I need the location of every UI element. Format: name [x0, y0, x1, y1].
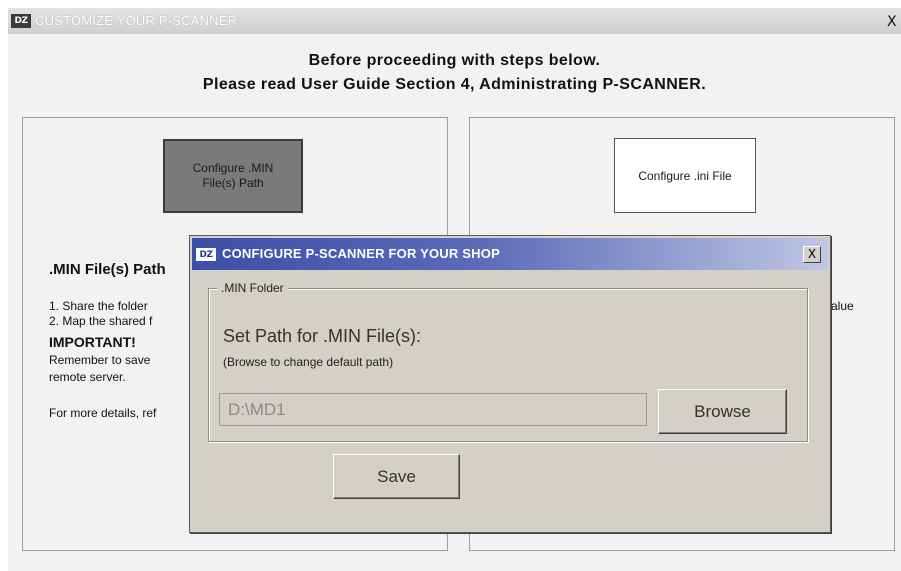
header-line-1: Before proceeding with steps below. — [308, 52, 601, 69]
dz-logo-icon: DZ — [196, 248, 216, 261]
header-line-2: Please read User Guide Section 4, Admini… — [202, 76, 707, 93]
remember-text-1: Remember to save — [49, 353, 151, 367]
configure-min-path-label-2: File(s) Path — [202, 176, 264, 190]
main-title-bar: DZ CUSTOMIZE YOUR P-SCANNER X — [8, 8, 901, 34]
configure-min-path-label-1: Configure .MIN — [192, 161, 274, 175]
min-folder-group: .MIN Folder Set Path for .MIN File(s): (… — [208, 281, 808, 442]
browse-button[interactable]: Browse — [658, 389, 787, 434]
remember-text-2: remote server. — [49, 370, 126, 384]
save-button[interactable]: Save — [333, 454, 460, 499]
min-path-input[interactable] — [219, 393, 647, 426]
dialog-title-bar: DZ CONFIGURE P-SCANNER FOR YOUR SHOP X — [192, 238, 828, 270]
configure-dialog: DZ CONFIGURE P-SCANNER FOR YOUR SHOP X .… — [189, 235, 831, 533]
min-path-heading: .MIN File(s) Path — [49, 261, 166, 278]
step-1-text: 1. Share the folder — [49, 299, 148, 313]
dialog-title: CONFIGURE P-SCANNER FOR YOUR SHOP — [222, 246, 500, 261]
ini-panel-partial-text: alue — [831, 299, 854, 313]
dz-logo-icon: DZ — [11, 14, 31, 28]
more-details-text: For more details, ref — [49, 406, 157, 420]
dialog-close-icon[interactable]: X — [803, 246, 821, 263]
set-path-label: Set Path for .MIN File(s): — [223, 326, 422, 346]
step-2-text: 2. Map the shared f — [49, 314, 153, 328]
main-window-title: CUSTOMIZE YOUR P-SCANNER — [35, 13, 238, 28]
configure-min-path-button[interactable]: Configure .MIN File(s) Path — [163, 139, 303, 213]
close-icon[interactable]: X — [887, 14, 897, 30]
min-folder-legend: .MIN Folder — [217, 281, 288, 295]
browse-hint: (Browse to change default path) — [223, 355, 394, 369]
configure-ini-file-button[interactable]: Configure .ini File — [614, 138, 756, 213]
important-heading: IMPORTANT! — [49, 334, 136, 350]
